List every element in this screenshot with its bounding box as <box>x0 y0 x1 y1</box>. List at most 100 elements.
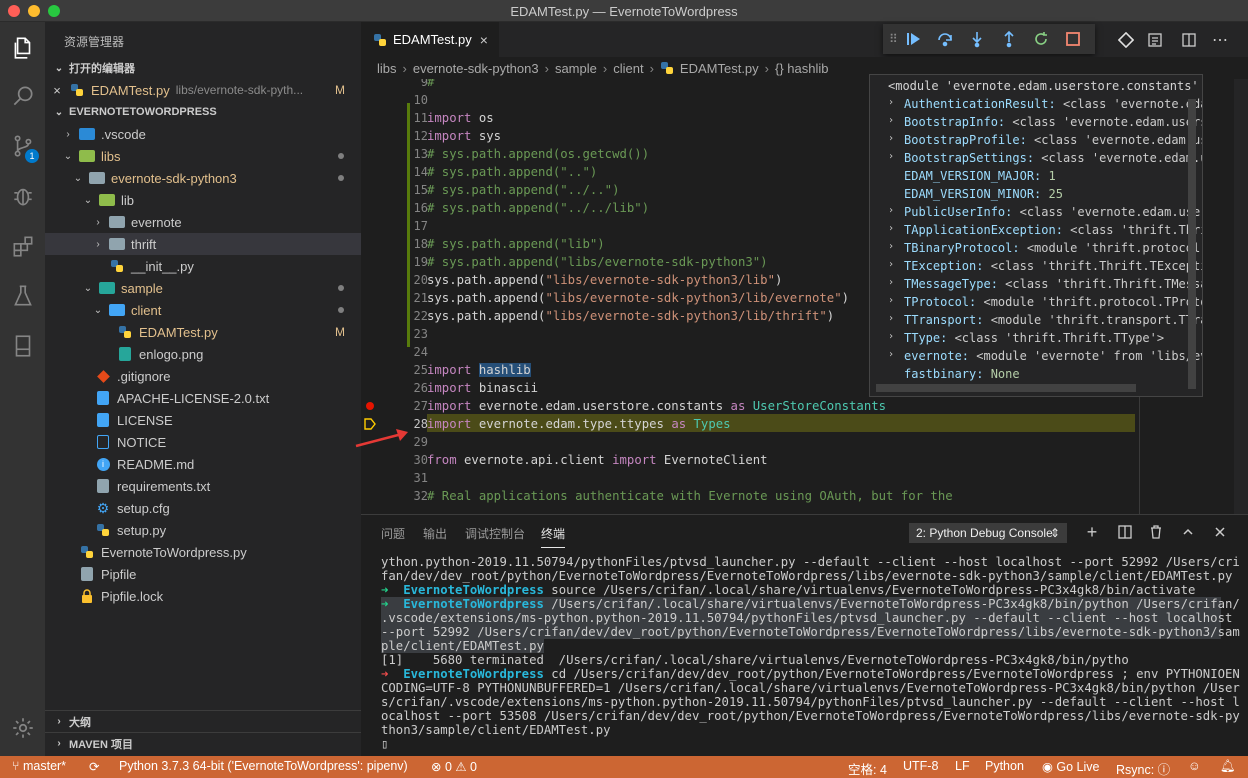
tree-item-init[interactable]: __init__.py <box>45 255 361 277</box>
tree-item-evernote[interactable]: › evernote <box>45 211 361 233</box>
project-section[interactable]: ⌄ EVERNOTETOWORDPRESS <box>45 101 361 123</box>
trash-icon[interactable] <box>1147 523 1165 541</box>
restart-icon[interactable] <box>1025 24 1057 54</box>
tree-item-thrift[interactable]: › thrift <box>45 233 361 255</box>
open-editors-section[interactable]: ⌄ 打开的编辑器 <box>45 57 361 79</box>
tree-item-enlogo[interactable]: enlogo.png <box>45 343 361 365</box>
stop-icon[interactable] <box>1057 24 1089 54</box>
encoding-status[interactable]: UTF-8 <box>903 759 938 773</box>
terminal-select[interactable]: 2: Python Debug Console ⇕ <box>909 523 1067 543</box>
tree-item-evernote-sdk[interactable]: ⌄ evernote-sdk-python3 <box>45 167 361 189</box>
python-interpreter[interactable]: Python 3.7.3 64-bit ('EvernoteToWordpres… <box>119 759 408 773</box>
open-preview-icon[interactable] <box>1145 30 1165 50</box>
bell-icon[interactable]: 🔔︎ <box>1220 759 1236 774</box>
tab-debug-console[interactable]: 调试控制台 <box>465 525 525 542</box>
hover-row[interactable]: › TTransport: <module 'thrift.transport.T… <box>870 313 1202 331</box>
tree-item-pipfile[interactable]: Pipfile <box>45 563 361 585</box>
hover-row[interactable]: › TApplicationException: <class 'thrift.T… <box>870 223 1202 241</box>
tree-item-edamtest[interactable]: EDAMTest.py M <box>45 321 361 343</box>
tree-item-readme[interactable]: i README.md <box>45 453 361 475</box>
hover-hscrollbar[interactable] <box>876 384 1136 392</box>
hover-row[interactable]: › BootstrapSettings: <class 'evernote.eda… <box>870 151 1202 169</box>
debug-icon[interactable] <box>0 172 45 220</box>
source-control-icon[interactable]: 1 <box>0 122 45 170</box>
breadcrumb-item[interactable]: libs <box>377 61 397 76</box>
terminal-line: .vscode/extensions/ms-python.python-2019… <box>381 611 1240 625</box>
hover-row[interactable]: › TMessageType: <class 'thrift.Thrift.TMe… <box>870 277 1202 295</box>
hover-row[interactable]: › TBinaryProtocol: <module 'thrift.protoc… <box>870 241 1202 259</box>
add-terminal-icon[interactable]: + <box>1083 522 1101 542</box>
step-over-icon[interactable] <box>929 24 961 54</box>
language-status[interactable]: Python <box>985 759 1024 773</box>
close-tab-icon[interactable]: × <box>480 32 488 48</box>
breakpoint-icon[interactable] <box>366 402 374 410</box>
split-terminal-icon[interactable] <box>1116 523 1134 541</box>
hover-value: <class 'evernote.edam.userst <box>1012 205 1203 219</box>
tree-item-lib[interactable]: ⌄ lib <box>45 189 361 211</box>
tree-item-evernotetowordpress[interactable]: EvernoteToWordpress.py <box>45 541 361 563</box>
step-out-icon[interactable] <box>993 24 1025 54</box>
tree-item-setup-py[interactable]: setup.py <box>45 519 361 541</box>
tree-item-libs[interactable]: ⌄ libs <box>45 145 361 167</box>
tab-problems[interactable]: 问题 <box>381 525 405 542</box>
hover-row[interactable]: › TException: <class 'thrift.Thrift.TExce… <box>870 259 1202 277</box>
tree-item-setup-cfg[interactable]: ⚙ setup.cfg <box>45 497 361 519</box>
tree-item-apache-license[interactable]: APACHE-LICENSE-2.0.txt <box>45 387 361 409</box>
terminal-output[interactable]: ython.python-2019.11.50794/pythonFiles/p… <box>381 555 1240 751</box>
split-editor-icon[interactable] <box>1179 30 1199 50</box>
tree-item-license[interactable]: LICENSE <box>45 409 361 431</box>
hover-row[interactable]: › TType: <class 'thrift.Thrift.TType'> <box>870 331 1200 349</box>
hover-tooltip[interactable]: <module 'evernote.edam.userstore.constan… <box>869 74 1203 397</box>
tree-item-vscode[interactable]: › .vscode <box>45 123 361 145</box>
tree-item-requirements[interactable]: requirements.txt <box>45 475 361 497</box>
go-live-button[interactable]: ◉ Go Live <box>1042 759 1099 774</box>
testing-icon[interactable] <box>0 272 45 320</box>
outline-section[interactable]: › 大纲 <box>45 710 361 732</box>
problems-status[interactable]: ⊗ 0 ⚠ 0 <box>431 759 477 774</box>
eol-status[interactable]: LF <box>955 759 970 773</box>
hover-row[interactable]: › PublicUserInfo: <class 'evernote.edam.u… <box>870 205 1203 223</box>
info-icon: i <box>95 456 111 472</box>
open-editor-item[interactable]: × EDAMTest.py libs/evernote-sdk-pyth... … <box>45 79 361 101</box>
remote-icon[interactable] <box>0 322 45 370</box>
drag-handle-icon[interactable]: ⠿ <box>889 32 898 46</box>
breadcrumb-item[interactable]: EDAMTest.py <box>680 61 759 76</box>
tree-item-sample[interactable]: ⌄ sample <box>45 277 361 299</box>
step-into-icon[interactable] <box>961 24 993 54</box>
indentation-status[interactable]: 空格: 4 <box>848 759 887 778</box>
continue-icon[interactable] <box>897 24 929 54</box>
explorer-icon[interactable] <box>0 24 45 72</box>
hover-row[interactable]: › TProtocol: <module 'thrift.protocol.TPr… <box>870 295 1202 313</box>
git-compare-icon[interactable] <box>1116 30 1136 50</box>
hover-scrollbar[interactable] <box>1188 99 1196 389</box>
hover-row[interactable]: › BootstrapProfile: <class 'evernote.edam… <box>870 133 1202 151</box>
branch-status[interactable]: ⑂ master* <box>12 759 66 773</box>
maven-section[interactable]: › MAVEN 项目 <box>45 732 361 754</box>
sync-icon[interactable]: ⟳ <box>89 759 99 774</box>
tree-item-client[interactable]: ⌄ client <box>45 299 361 321</box>
breadcrumb-item[interactable]: sample <box>555 61 597 76</box>
tab-terminal[interactable]: 终端 <box>541 525 566 548</box>
editor-scrollbar[interactable] <box>1234 79 1248 514</box>
chevron-up-icon[interactable] <box>1179 523 1197 541</box>
close-icon[interactable]: × <box>45 83 69 98</box>
breadcrumb-item[interactable]: client <box>613 61 643 76</box>
hover-row[interactable]: › AuthenticationResult: <class 'evernote.… <box>870 97 1202 115</box>
close-panel-icon[interactable] <box>1211 523 1229 541</box>
more-actions-icon[interactable]: ⋯ <box>1210 30 1230 50</box>
feedback-icon[interactable]: ☺ <box>1188 759 1201 773</box>
tree-item-pipfile-lock[interactable]: Pipfile.lock <box>45 585 361 607</box>
tree-item-gitignore[interactable]: .gitignore <box>45 365 361 387</box>
tab-output[interactable]: 输出 <box>423 525 447 542</box>
gear-icon[interactable] <box>0 704 45 752</box>
hover-value: 1 <box>1041 169 1056 183</box>
hover-row[interactable]: › BootstrapInfo: <class 'evernote.edam.us… <box>870 115 1202 133</box>
breadcrumb-item[interactable]: evernote-sdk-python3 <box>413 61 539 76</box>
search-icon[interactable] <box>0 72 45 120</box>
breadcrumb-item[interactable]: {} hashlib <box>775 61 829 76</box>
tab-edamtest[interactable]: EDAMTest.py × <box>361 22 499 57</box>
rsync-status[interactable]: Rsync: ⓘ <box>1116 759 1170 778</box>
tree-item-notice[interactable]: NOTICE <box>45 431 361 453</box>
extensions-icon[interactable] <box>0 222 45 270</box>
hover-row[interactable]: › evernote: <module 'evernote' from 'libs… <box>870 349 1202 367</box>
